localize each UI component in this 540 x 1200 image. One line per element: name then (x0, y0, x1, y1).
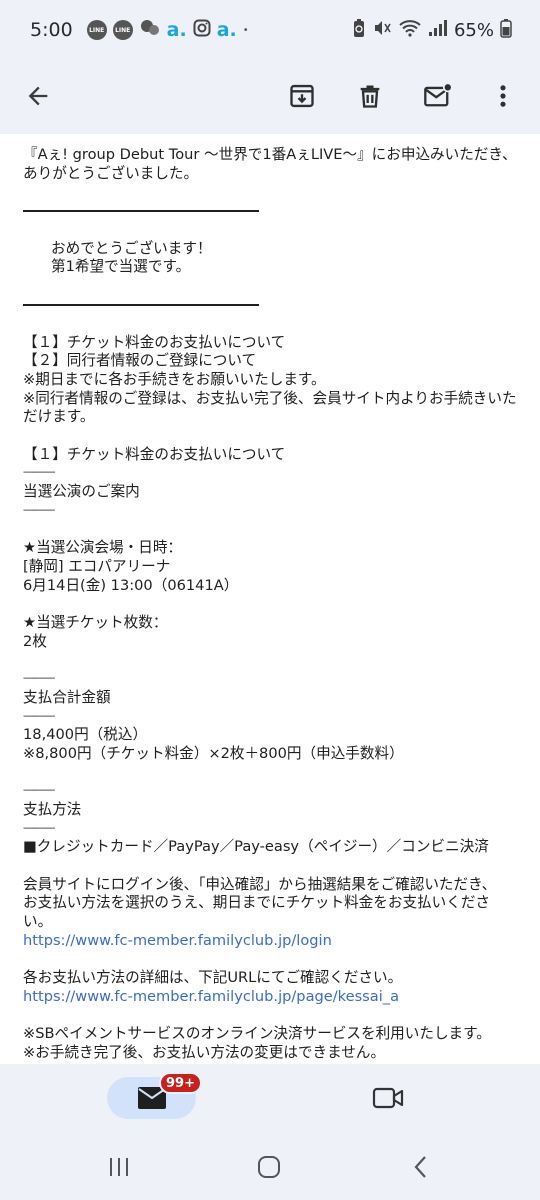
video-camera-icon (372, 1087, 404, 1109)
battery-saver-icon (352, 18, 366, 43)
divider-line (23, 210, 259, 213)
venue-label: ★当選公演会場・日時： (23, 539, 183, 557)
details-text: 各お支払い方法の詳細は、下記URLにてご確認ください。 (23, 969, 403, 987)
delete-button[interactable] (346, 72, 394, 120)
message-toolbar (0, 60, 540, 132)
mute-icon (372, 18, 392, 43)
line-app-icon: LINE (112, 20, 133, 40)
congrats-line: おめでとうございます！ (51, 239, 212, 257)
congrats-line: 第1希望で当選です。 (51, 258, 191, 276)
system-navigation-bar (0, 1132, 540, 1200)
trash-icon (360, 85, 380, 108)
toc-item: 【１】チケット料金のお支払いについて (23, 333, 286, 351)
login-instructions: お支払い方法を選択のうえ、期日までにチケット料金をお支払いくださ (23, 894, 491, 912)
tickets-label: ★当選チケット枚数： (23, 614, 168, 632)
unread-count-badge: 99+ (159, 1072, 202, 1094)
recent-apps-button[interactable] (104, 1154, 134, 1180)
payment-details-link[interactable]: https://www.fc-member.familyclub.jp/page… (23, 988, 522, 1007)
dash-separator: ------------ (23, 467, 55, 479)
recent-apps-icon (110, 1158, 128, 1176)
total-breakdown: ※8,800円（チケット料金）×2枚＋800円（申込手数料） (23, 744, 404, 762)
total-heading: 支払合計金額 (23, 688, 111, 706)
status-bar: 5:00 LINE LINE a. a. • 65% (0, 0, 540, 60)
login-link[interactable]: https://www.fc-member.familyclub.jp/logi… (23, 932, 522, 951)
signal-icon (428, 19, 448, 42)
mark-unread-icon (424, 82, 453, 107)
chevron-left-icon (414, 1156, 426, 1178)
system-status: 65% (352, 18, 512, 43)
message-body: 『Aぇ! group Debut Tour 〜世界で1番AぇLIVE〜』にお申込… (0, 134, 540, 1064)
intro-line: 『Aぇ! group Debut Tour 〜世界で1番AぇLIVE〜』にお申込… (23, 146, 517, 163)
more-options-button[interactable] (479, 72, 527, 120)
login-instructions: 会員サイトにログイン後、「申込確認」から抽選結果をご確認いただき、 (23, 875, 497, 893)
mark-unread-button[interactable] (414, 72, 462, 120)
intro-line: ありがとうございました。 (23, 164, 199, 182)
battery-icon (500, 18, 512, 43)
a-app-icon: a. (216, 19, 237, 41)
bottom-navigation: 99+ (0, 1064, 540, 1132)
battery-percentage: 65% (453, 19, 494, 41)
wifi-icon (398, 18, 422, 43)
line-app-icon: LINE (86, 20, 107, 40)
meet-tab[interactable] (366, 1077, 410, 1119)
instagram-icon (193, 19, 211, 42)
note-line: だけます。 (23, 408, 95, 426)
toc-item: 【２】同行者情報のご登録について (23, 352, 257, 370)
total-value: 18,400円（税込） (23, 726, 148, 744)
note-line: ※同行者情報のご登録は、お支払い完了後、会員サイト内よりお手続きいた (23, 389, 517, 407)
section-title: 【１】チケット料金のお支払いについて (23, 445, 286, 463)
dash-separator: ------------ (23, 504, 55, 516)
more-vert-icon (500, 85, 506, 107)
archive-button[interactable] (278, 72, 326, 120)
venue-heading: 当選公演のご案内 (23, 483, 140, 501)
payment-service-note: ※SBペイメントサービスのオンライン決済サービスを利用いたします。 (23, 1025, 491, 1043)
a-app-icon: a. (166, 19, 187, 41)
method-value: ■クレジットカード／PayPay／Pay-easy（ペイジー）／コンビニ決済 (23, 838, 489, 856)
note-line: ※期日までに各お手続きをお願いいたします。 (23, 370, 326, 388)
venue-datetime: 6月14日(金) 13:00（06141A） (23, 576, 239, 594)
dash-separator: ------------ (23, 710, 55, 722)
home-icon (258, 1156, 280, 1178)
notification-icons: LINE LINE a. a. • (86, 18, 249, 43)
login-instructions: い。 (23, 913, 53, 931)
method-heading: 支払方法 (23, 800, 82, 818)
archive-icon (290, 84, 314, 108)
tickets-value: 2枚 (23, 632, 47, 650)
divider-line (23, 303, 259, 306)
change-note: ※お手続き完了後、お支払い方法の変更はできません。 (23, 1044, 386, 1062)
system-back-button[interactable] (406, 1154, 436, 1180)
status-time: 5:00 (30, 19, 73, 41)
home-button[interactable] (254, 1154, 284, 1180)
back-button[interactable] (14, 72, 62, 120)
dash-separator: ------------ (23, 785, 55, 797)
arrow-back-icon (28, 86, 48, 106)
chat-bubble-icon (139, 18, 161, 43)
dash-separator: ------------ (23, 673, 55, 685)
more-notifications-dot: • (242, 24, 249, 36)
venue-name: [静岡] エコパアリーナ (23, 557, 171, 575)
dash-separator: ------------ (23, 822, 55, 834)
